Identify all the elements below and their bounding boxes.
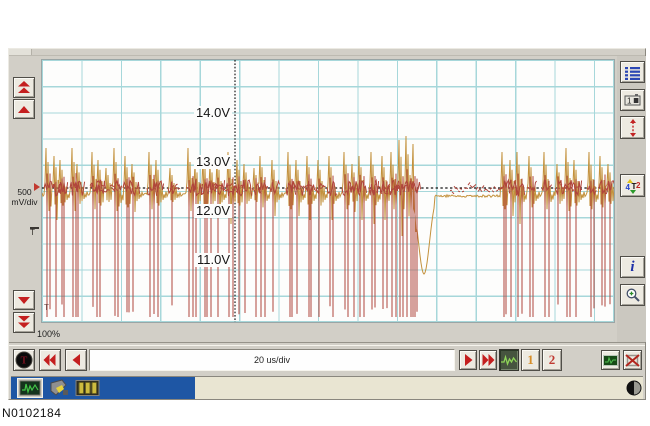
window-top-divider (9, 55, 645, 56)
contrast-control[interactable] (626, 380, 642, 396)
double-up-arrow-icon (17, 81, 31, 94)
forward-fast-button[interactable] (479, 350, 497, 370)
delete-x-icon (625, 354, 640, 367)
channel-2-button[interactable]: 2 (542, 349, 562, 371)
app-battery-tab[interactable] (75, 378, 101, 398)
trigger-t-icon: T (15, 351, 33, 369)
trigger-time-marker: T (44, 304, 49, 312)
timebase-display: 20 us/div (89, 349, 455, 371)
taskbar (11, 376, 643, 399)
probe-icon (47, 378, 71, 398)
scroll-down-fast-button[interactable] (13, 312, 35, 333)
rewind-button[interactable] (65, 349, 87, 371)
left-arrow-icon (72, 354, 81, 366)
camera-icon: 1 (624, 93, 642, 107)
close-capture-button[interactable] (623, 350, 642, 370)
app-scope-tab[interactable] (17, 378, 43, 398)
up-arrow-icon (17, 105, 31, 114)
scroll-up-fast-button[interactable] (13, 77, 35, 98)
list-icon (624, 65, 641, 80)
info-button[interactable]: i (620, 256, 645, 278)
channel-marker-icon[interactable] (34, 183, 40, 191)
capture-device-button[interactable] (601, 350, 620, 370)
contrast-icon (626, 380, 642, 396)
trigger-button[interactable]: T (13, 349, 35, 371)
magnifier-icon (625, 287, 641, 303)
down-arrow-icon (17, 296, 31, 305)
zoom-button[interactable] (620, 284, 645, 306)
channels-trigger-icon: 4T2 (625, 178, 641, 194)
trigger-level-marker[interactable]: T (30, 227, 39, 237)
voltage-label: 12.0V (194, 204, 232, 218)
menu-list-button[interactable] (620, 61, 645, 83)
taskbar-active-region (11, 377, 195, 399)
mini-scope-icon (603, 355, 618, 366)
scroll-down-button[interactable] (13, 290, 35, 310)
snapshot-button[interactable]: 1 (620, 89, 645, 111)
oscilloscope-icon (17, 378, 43, 398)
scale-unit: mV/div (9, 197, 40, 207)
double-right-arrow-icon (481, 354, 495, 366)
divider (9, 342, 645, 346)
scroll-up-button[interactable] (13, 99, 35, 119)
svg-text:T: T (21, 356, 28, 367)
live-trace-toggle[interactable] (499, 349, 519, 371)
channel-1-button[interactable]: 1 (521, 349, 540, 371)
battery-icon (75, 378, 101, 398)
svg-text:2: 2 (636, 181, 641, 190)
double-down-arrow-icon (17, 316, 31, 329)
waveform-icon (501, 354, 517, 366)
oscilloscope-window: 500 mV/div T 14.0V 13.0V 12.0V 11.0V T 1… (8, 48, 646, 400)
forward-button[interactable] (459, 350, 477, 370)
info-icon: i (630, 260, 634, 274)
vertical-marker-icon (627, 119, 639, 137)
right-arrow-icon (464, 354, 473, 366)
svg-text:1: 1 (627, 97, 632, 106)
zoom-percent-label: 100% (37, 329, 60, 339)
figure-id-label: N0102184 (2, 406, 61, 420)
plot-area[interactable]: 14.0V 13.0V 12.0V 11.0V T (41, 59, 615, 323)
svg-text:4: 4 (625, 183, 630, 192)
app-tool-tab[interactable] (47, 378, 71, 398)
waveform-svg (42, 60, 614, 322)
voltage-label: 14.0V (194, 106, 232, 120)
trigger-level-t: T (30, 228, 35, 237)
rewind-fast-button[interactable] (39, 349, 61, 371)
trigger-setup-button[interactable]: 4T2 (620, 174, 645, 197)
timebase-label: 20 us/div (254, 355, 290, 365)
double-left-arrow-icon (43, 354, 57, 366)
voltage-label: 11.0V (195, 253, 232, 267)
voltage-label: 13.0V (194, 155, 232, 169)
vertical-adjust-button[interactable] (620, 116, 645, 139)
